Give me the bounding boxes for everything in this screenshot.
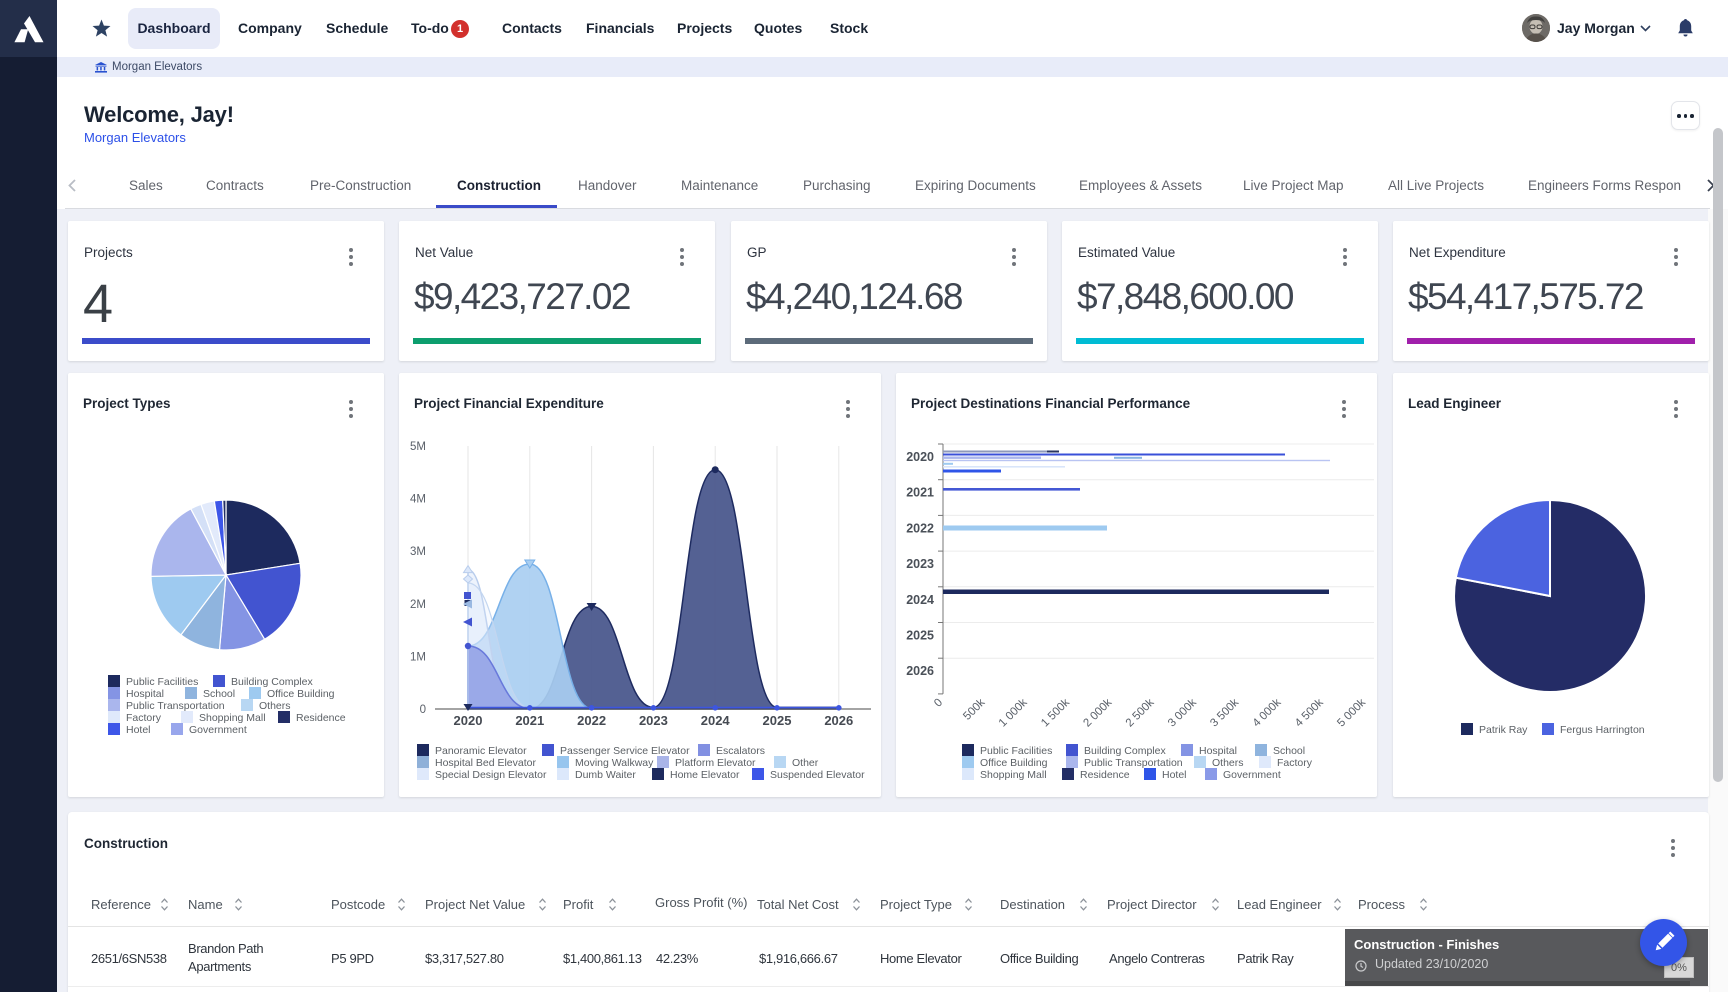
svg-text:500k: 500k (961, 696, 987, 722)
svg-text:4 000k: 4 000k (1251, 696, 1284, 729)
svg-text:2024: 2024 (906, 593, 934, 607)
svg-text:5M: 5M (410, 441, 426, 453)
svg-text:5 000k: 5 000k (1335, 696, 1368, 729)
svg-text:4 500k: 4 500k (1293, 696, 1326, 729)
svg-text:2021: 2021 (906, 486, 934, 500)
svg-text:2M: 2M (410, 599, 426, 611)
svg-text:2023: 2023 (906, 557, 934, 571)
svg-text:2020: 2020 (906, 450, 934, 464)
svg-text:2020: 2020 (454, 713, 483, 728)
svg-text:1 000k: 1 000k (997, 696, 1030, 729)
svg-text:3 000k: 3 000k (1166, 696, 1199, 729)
svg-text:2025: 2025 (906, 629, 934, 643)
svg-text:0: 0 (932, 697, 945, 710)
svg-text:2021: 2021 (515, 713, 544, 728)
svg-text:3M: 3M (410, 546, 426, 558)
svg-text:4M: 4M (410, 494, 426, 506)
svg-text:1 500k: 1 500k (1039, 696, 1072, 729)
svg-text:2025: 2025 (763, 713, 792, 728)
svg-text:0: 0 (420, 704, 426, 716)
svg-text:3 500k: 3 500k (1208, 696, 1241, 729)
svg-text:2023: 2023 (639, 713, 668, 728)
svg-text:2 000k: 2 000k (1081, 696, 1114, 729)
svg-text:2026: 2026 (824, 713, 853, 728)
svg-text:1M: 1M (410, 651, 426, 663)
svg-text:2026: 2026 (906, 664, 934, 678)
svg-text:2 500k: 2 500k (1124, 696, 1157, 729)
svg-text:2022: 2022 (906, 521, 934, 535)
svg-text:2022: 2022 (577, 713, 606, 728)
svg-text:2024: 2024 (701, 713, 731, 728)
